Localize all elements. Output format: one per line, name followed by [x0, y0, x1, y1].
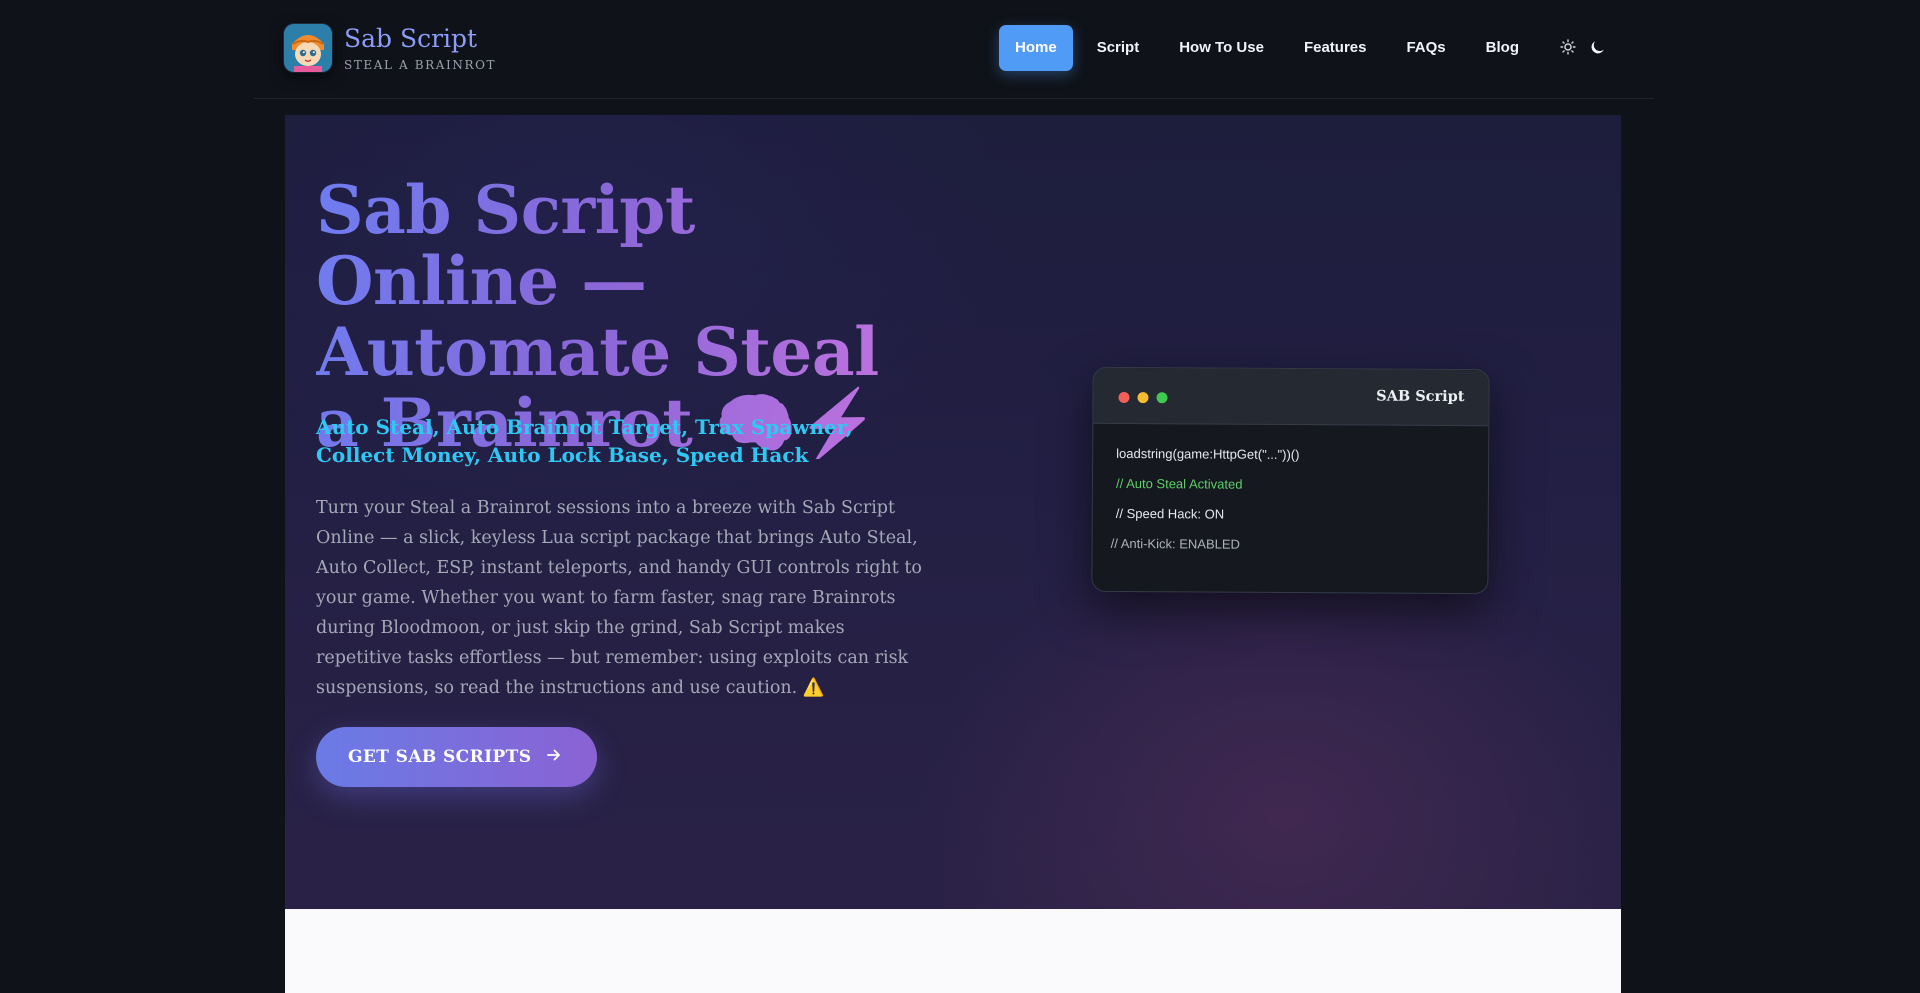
brand-subtitle: STEAL A BRAINROT: [344, 57, 497, 72]
cta-label: GET SAB SCRIPTS: [348, 747, 532, 767]
nav-faqs[interactable]: FAQs: [1390, 25, 1461, 71]
code-line: // Auto Steal Activated: [1115, 475, 1243, 492]
code-window-title: SAB Script: [1376, 387, 1465, 406]
minimize-dot-icon: [1137, 392, 1149, 404]
hero-section: Sab Script Online — Automate Steal a Bra…: [285, 115, 1621, 909]
next-section: [285, 909, 1621, 993]
code-body: loadstring(game:HttpGet("..."))() // Aut…: [1093, 424, 1489, 553]
nav-how-to-use[interactable]: How To Use: [1163, 25, 1280, 71]
arrow-right-icon: [545, 746, 563, 768]
code-line: // Speed Hack: ON: [1115, 505, 1225, 522]
code-window-titlebar: SAB Script: [1093, 367, 1489, 427]
sun-icon[interactable]: [1560, 39, 1576, 59]
moon-icon[interactable]: [1590, 39, 1606, 59]
brand[interactable]: Sab Script STEAL A BRAINROT: [284, 24, 496, 72]
hero-subtitle: Auto Steal, Auto Brainrot Target, Trax S…: [316, 415, 853, 467]
hero-description: Turn your Steal a Brainrot sessions into…: [316, 498, 922, 698]
nav-home[interactable]: Home: [999, 25, 1073, 71]
nav-blog[interactable]: Blog: [1470, 25, 1535, 71]
theme-toggle[interactable]: [1560, 39, 1606, 59]
code-line: // Anti-Kick: ENABLED: [1110, 535, 1240, 552]
close-dot-icon: [1118, 391, 1130, 404]
code-line: loadstring(game:HttpGet("..."))(): [1116, 445, 1300, 463]
get-sab-scripts-button[interactable]: GET SAB SCRIPTS: [316, 727, 598, 787]
nav-features[interactable]: Features: [1288, 25, 1383, 71]
maximize-dot-icon: [1156, 392, 1168, 404]
main-nav: Home Script How To Use Features FAQs Blo…: [999, 25, 1543, 71]
code-window: SAB Script loadstring(game:HttpGet("..."…: [1091, 366, 1490, 595]
logo-icon: [284, 24, 332, 72]
nav-script[interactable]: Script: [1081, 25, 1156, 71]
brand-title: Sab Script: [344, 23, 478, 53]
site-header: Sab Script STEAL A BRAINROT Home Script …: [254, 0, 1654, 99]
